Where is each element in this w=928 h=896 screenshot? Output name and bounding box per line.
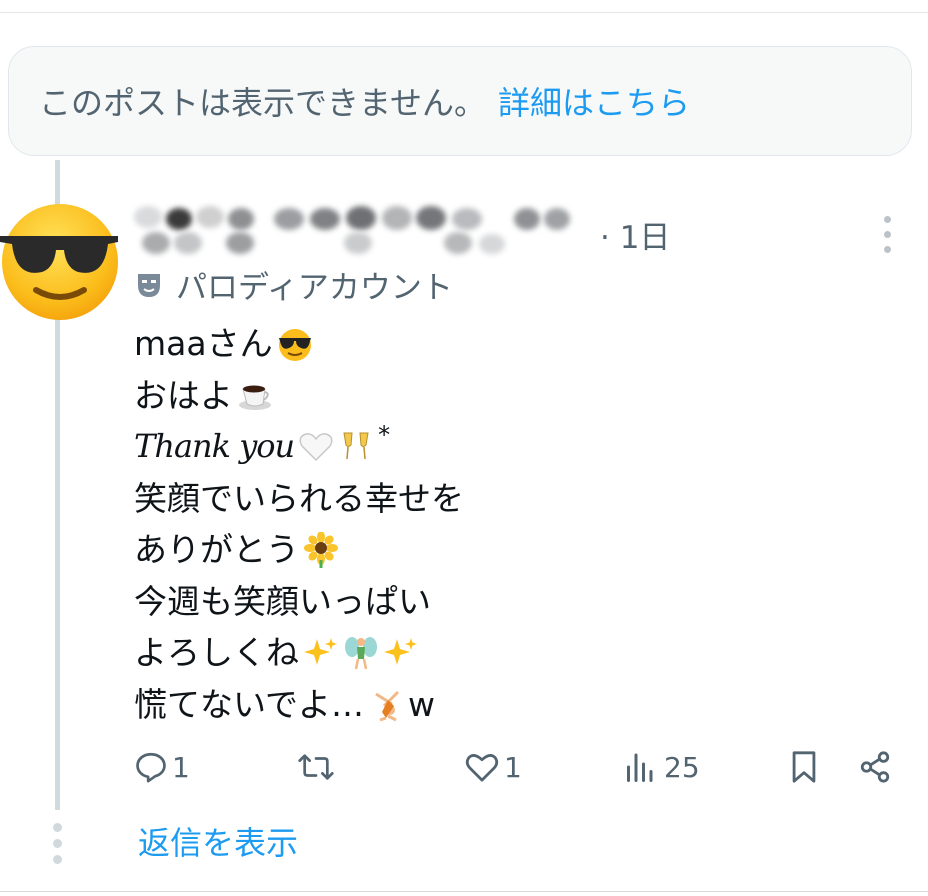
share-button[interactable] — [858, 745, 892, 789]
sunglasses-emoji-icon — [278, 328, 311, 361]
post-text: maaさん おはよ Thank you * 笑顔でいられる幸せを ありがとう 今… — [134, 318, 464, 730]
sparkles-emoji-icon — [304, 637, 337, 665]
post-line: 今週も笑顔いっぱい — [134, 576, 464, 628]
views-button[interactable]: 25 — [624, 745, 700, 789]
avatar[interactable] — [0, 200, 120, 322]
post-line: 笑顔でいられる幸せを — [134, 473, 464, 525]
views-icon — [627, 753, 653, 782]
sparkles-emoji-icon — [384, 637, 417, 665]
clinking-glasses-emoji-icon — [343, 432, 369, 459]
reply-button[interactable]: 1 — [134, 745, 190, 789]
post-line-text: * — [378, 421, 391, 449]
unavailable-post-notice: このポストは表示できません。 詳細はこちら — [8, 46, 912, 156]
post-line: Thank you * — [134, 421, 464, 473]
post-line-text: 今週も笑顔いっぱい — [134, 581, 431, 621]
post-timestamp[interactable]: · 1日 — [600, 212, 670, 257]
sunglasses-face-icon — [0, 204, 118, 320]
post-line: よろしくね — [134, 627, 464, 679]
parody-label-text: パロディアカウント — [176, 270, 453, 306]
post-line: おはよ — [134, 370, 464, 422]
reply-icon — [136, 752, 166, 783]
repost-button[interactable] — [297, 745, 335, 789]
share-icon — [860, 751, 890, 783]
post-line-text: よろしくね — [134, 633, 299, 672]
like-button[interactable]: 1 — [464, 745, 522, 789]
blurred-author-name[interactable] — [134, 202, 604, 260]
like-icon — [465, 754, 499, 782]
post-line-text: 慌てないでよ… — [134, 684, 365, 724]
post-line-text: 笑顔でいられる幸せを — [134, 478, 464, 518]
thread-continuation-dots — [53, 823, 62, 864]
post-line-text: おはよ — [134, 375, 233, 415]
post-line: ありがとう — [134, 524, 464, 576]
post-line: maaさん — [134, 318, 464, 370]
views-count: 25 — [664, 750, 700, 784]
bookmark-icon — [792, 751, 816, 783]
post-line-text: Thank you — [134, 427, 295, 465]
details-link[interactable]: 詳細はこちら — [498, 78, 690, 124]
bottom-divider — [0, 891, 928, 892]
white-heart-emoji-icon — [299, 432, 333, 461]
unavailable-text: このポストは表示できません。 — [39, 84, 487, 122]
post-line: 慌てないでよ… w — [134, 679, 464, 731]
fairy-emoji-icon — [345, 636, 377, 669]
more-icon[interactable] — [884, 216, 891, 253]
sunflower-emoji-icon — [304, 531, 338, 568]
reply-count: 1 — [172, 750, 190, 784]
cartwheel-emoji-icon — [375, 691, 400, 722]
post-line-text: w — [408, 684, 436, 724]
post-actions: 1 1 25 — [134, 745, 894, 789]
coffee-emoji-icon — [239, 385, 271, 411]
parody-label: パロディアカウント — [136, 262, 453, 307]
like-count: 1 — [504, 750, 522, 784]
repost-icon — [298, 754, 334, 780]
show-replies-link[interactable]: 返信を表示 — [138, 818, 298, 864]
mask-icon — [138, 273, 160, 297]
post-line-text: ありがとう — [134, 530, 299, 569]
post-line-text: maaさん — [134, 324, 273, 363]
bookmark-button[interactable] — [789, 745, 819, 789]
top-divider — [0, 12, 928, 13]
